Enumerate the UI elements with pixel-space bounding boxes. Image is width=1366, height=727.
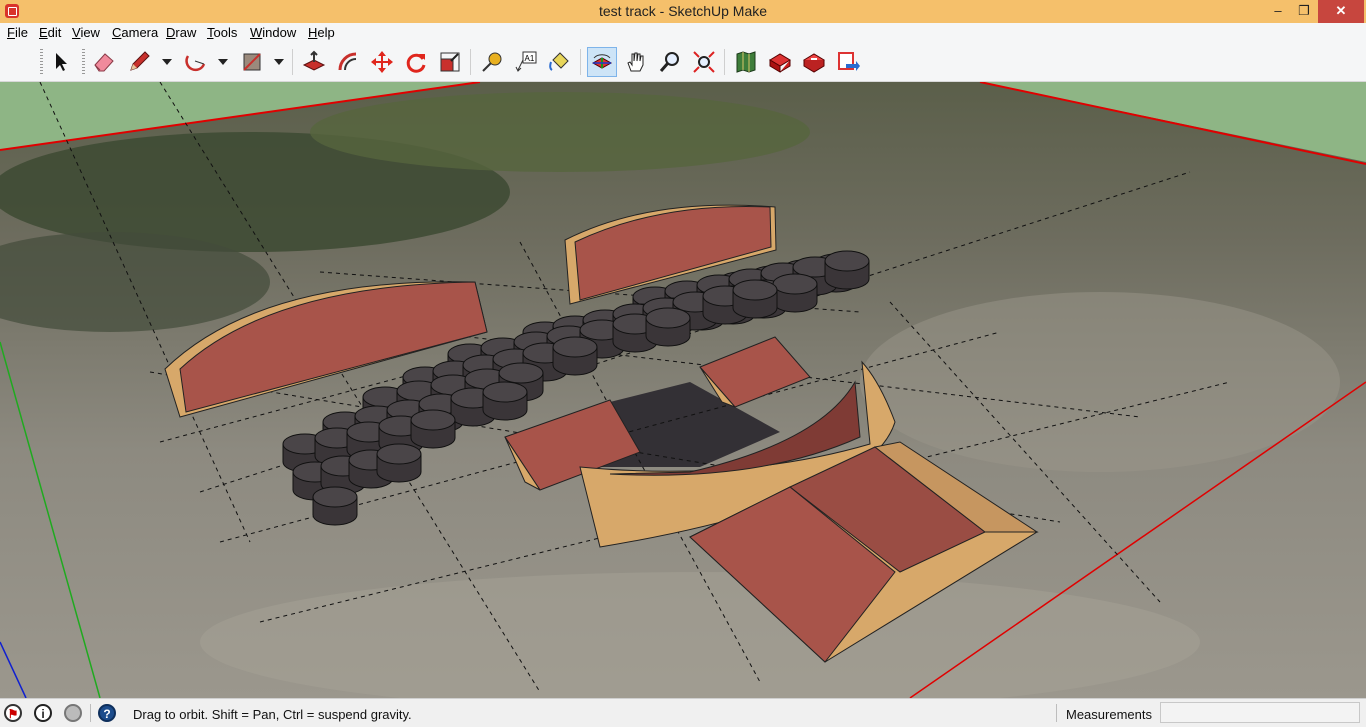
orbit-tool-button[interactable] <box>587 47 617 77</box>
toolbar: A1 <box>0 43 1366 82</box>
zoom-extents-icon <box>693 51 715 73</box>
menu-file[interactable]: File <box>7 25 28 40</box>
model-info-icon[interactable]: i <box>34 704 52 722</box>
model-scene[interactable] <box>0 82 1366 698</box>
tire[interactable] <box>482 381 528 421</box>
close-button[interactable]: ✕ <box>1318 0 1364 23</box>
tire[interactable] <box>410 409 456 449</box>
orbit-icon <box>591 54 613 69</box>
tire[interactable] <box>732 279 778 319</box>
toolbar-separator <box>580 49 581 75</box>
minimize-button[interactable]: – <box>1264 0 1292 23</box>
share-icon <box>803 53 825 73</box>
tire[interactable] <box>376 443 422 483</box>
menu-bar: File Edit View Camera Draw Tools Window … <box>0 23 1366 43</box>
offset-tool-button[interactable] <box>333 47 363 77</box>
status-divider <box>90 704 91 722</box>
extension-warehouse-button[interactable] <box>833 47 863 77</box>
menu-view[interactable]: View <box>72 25 100 40</box>
toolbar-separator <box>292 49 293 75</box>
eraser-tool-button[interactable] <box>89 47 119 77</box>
svg-text:A1: A1 <box>525 54 535 63</box>
extension-icon <box>838 52 860 71</box>
rotate-tool-button[interactable] <box>401 47 431 77</box>
measurements-input[interactable] <box>1160 702 1360 723</box>
map-icon <box>736 51 756 73</box>
pencil-tool-button[interactable] <box>124 47 154 77</box>
scale-tool-button[interactable] <box>435 47 465 77</box>
arc-dropdown-button[interactable] <box>216 47 230 77</box>
tape-measure-icon <box>482 52 502 72</box>
share-model-button[interactable] <box>799 47 829 77</box>
menu-help[interactable]: Help <box>308 25 335 40</box>
toolbar-separator <box>724 49 725 75</box>
rectangle-tool-button[interactable] <box>237 47 267 77</box>
menu-draw[interactable]: Draw <box>166 25 196 40</box>
hand-icon <box>627 52 644 72</box>
status-message: Drag to orbit. Shift = Pan, Ctrl = suspe… <box>133 707 412 722</box>
maximize-button[interactable]: ❐ <box>1290 0 1318 23</box>
measurements-label: Measurements <box>1066 707 1152 722</box>
tire[interactable] <box>552 336 598 376</box>
add-location-button[interactable] <box>731 47 761 77</box>
text-icon: A1 <box>515 51 537 72</box>
geo-location-icon[interactable]: ⚑ <box>4 704 22 722</box>
move-tool-button[interactable] <box>367 47 397 77</box>
toolbar-grip[interactable] <box>82 49 85 75</box>
tire[interactable] <box>645 307 691 347</box>
pan-tool-button[interactable] <box>621 47 651 77</box>
help-icon[interactable]: ? <box>98 704 116 722</box>
paint-bucket-tool-button[interactable] <box>545 47 575 77</box>
rectangle-icon <box>243 53 261 71</box>
zoom-tool-button[interactable] <box>655 47 685 77</box>
tire[interactable] <box>824 250 870 290</box>
arrow-cursor-icon <box>56 53 67 71</box>
arc-tool-button[interactable] <box>181 47 211 77</box>
vegetation-patch <box>310 92 810 172</box>
title-bar: test track - SketchUp Make – ❐ ✕ <box>0 0 1366 24</box>
dirt-patch <box>860 292 1340 472</box>
user-icon[interactable] <box>64 704 82 722</box>
text-tool-button[interactable]: A1 <box>511 47 541 77</box>
eraser-icon <box>94 53 114 72</box>
window-title: test track - SketchUp Make <box>598 3 768 19</box>
arc-icon <box>185 55 206 72</box>
move-icon <box>371 51 393 73</box>
menu-tools[interactable]: Tools <box>207 25 237 40</box>
menu-edit[interactable]: Edit <box>39 25 61 40</box>
menu-window[interactable]: Window <box>250 25 296 40</box>
push-pull-tool-button[interactable] <box>299 47 329 77</box>
zoom-extents-tool-button[interactable] <box>689 47 719 77</box>
drawing-viewport[interactable] <box>0 82 1366 698</box>
magnifier-icon <box>659 52 679 72</box>
tape-measure-tool-button[interactable] <box>477 47 507 77</box>
select-tool-button[interactable] <box>46 47 76 77</box>
scale-icon <box>440 52 460 72</box>
toolbar-grip[interactable] <box>40 49 43 75</box>
rectangle-dropdown-button[interactable] <box>272 47 286 77</box>
push-pull-icon <box>302 50 326 71</box>
3d-warehouse-button[interactable] <box>765 47 795 77</box>
toolbar-separator <box>470 49 471 75</box>
tire[interactable] <box>312 486 358 526</box>
pencil-dropdown-button[interactable] <box>160 47 174 77</box>
rotate-icon <box>406 53 426 73</box>
paint-bucket-icon <box>549 52 569 71</box>
status-bar: ⚑ i ? Drag to orbit. Shift = Pan, Ctrl =… <box>0 698 1366 727</box>
status-divider <box>1056 704 1057 722</box>
pencil-icon <box>130 51 150 71</box>
tire[interactable] <box>772 273 818 313</box>
warehouse-icon <box>769 53 791 73</box>
offset-icon <box>338 52 357 71</box>
menu-camera[interactable]: Camera <box>112 25 158 40</box>
